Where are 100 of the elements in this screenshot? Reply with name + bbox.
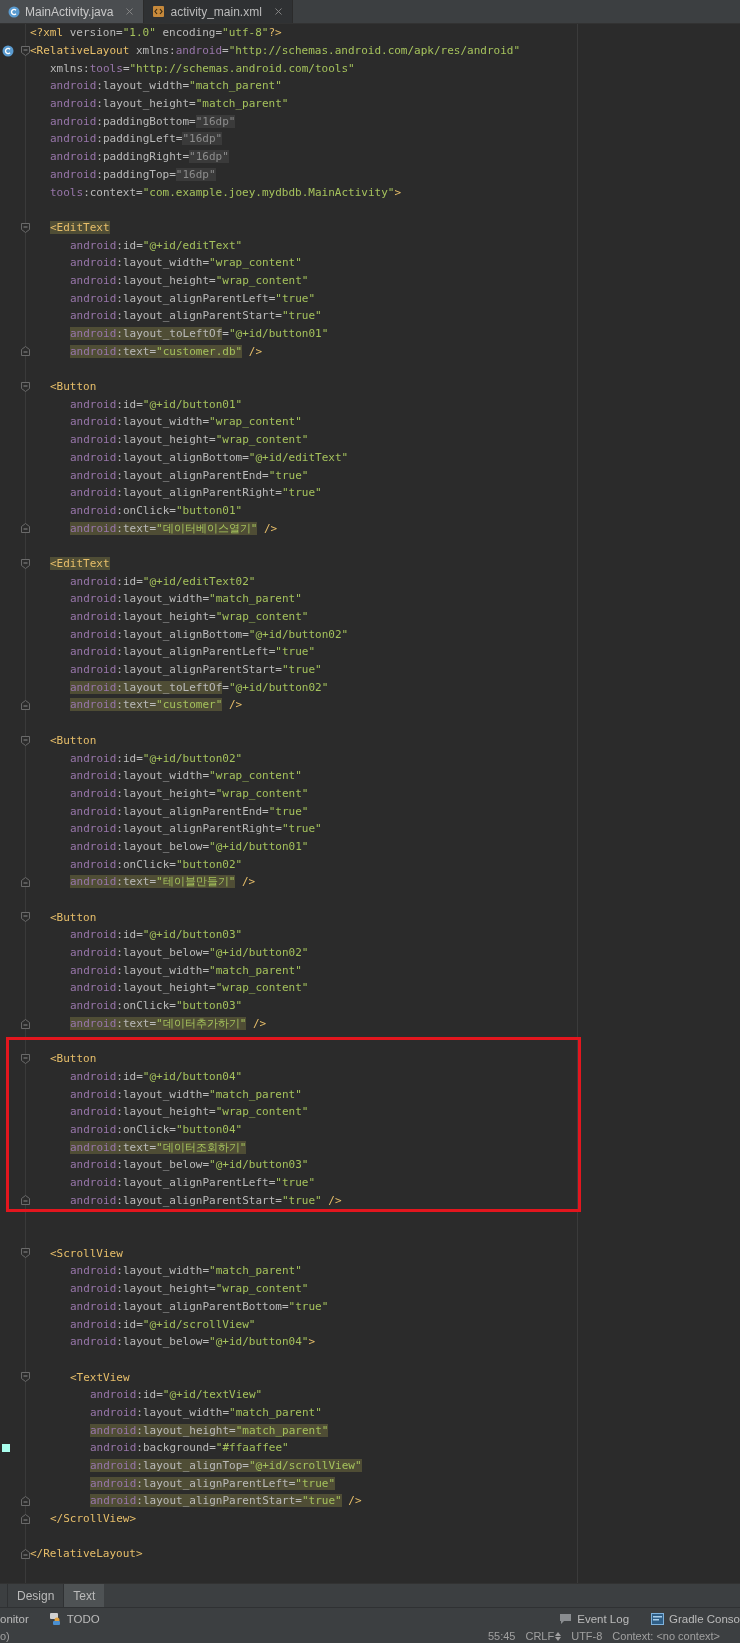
code-line: android:layout_toLeftOf="@+id/button02" xyxy=(69,679,329,695)
fold-icon[interactable] xyxy=(21,1372,30,1383)
code-line: android:onClick="button04" xyxy=(69,1121,243,1137)
code-line: <Button xyxy=(49,909,97,925)
status-text[interactable]: 55:45 xyxy=(487,1630,516,1642)
code-line: android:layout_width="wrap_content" xyxy=(69,414,302,430)
class-icon[interactable] xyxy=(2,44,14,57)
code-line: </RelativeLayout> xyxy=(30,1546,143,1562)
code-line: android:layout_width="match_parent" xyxy=(69,1086,302,1102)
code-line: android:layout_width="match_parent" xyxy=(69,962,302,978)
fold-icon[interactable] xyxy=(21,381,30,392)
code-line: android:layout_width="match_parent" xyxy=(69,591,302,607)
fold-icon[interactable] xyxy=(21,1496,30,1507)
code-line: <Button xyxy=(49,732,97,748)
code-line: android:layout_alignParentLeft="true" xyxy=(69,1175,316,1191)
code-line: android:text="테이블만들기" /> xyxy=(69,874,256,890)
code-line: android:layout_height="wrap_content" xyxy=(69,432,309,448)
code-line: <Button xyxy=(49,1051,97,1067)
code-line: android:layout_alignParentBottom="true" xyxy=(69,1298,329,1314)
tool-window-button[interactable]: Event Log xyxy=(559,1612,630,1625)
code-line: android:layout_alignParentRight="true" xyxy=(69,485,322,501)
code-line: android:layout_alignParentEnd="true" xyxy=(69,467,309,483)
speech-bubble-icon xyxy=(559,1612,573,1625)
code-line: android:onClick="button01" xyxy=(69,502,243,518)
code-line: android:layout_height="match_parent" xyxy=(89,1422,329,1438)
code-line: android:layout_below="@+id/button01" xyxy=(69,838,309,854)
fold-icon[interactable] xyxy=(21,1549,30,1560)
code-line: android:id="@+id/textView" xyxy=(89,1387,263,1403)
code-line: android:layout_width="match_parent" xyxy=(49,78,282,94)
code-line: android:layout_height="match_parent" xyxy=(49,96,289,112)
status-text[interactable]: UTF-8 xyxy=(571,1630,603,1642)
code-line: android:layout_width="match_parent" xyxy=(89,1404,322,1420)
code-line: android:onClick="button02" xyxy=(69,856,243,872)
code-line: android:id="@+id/editText" xyxy=(69,237,243,253)
fold-icon[interactable] xyxy=(21,558,30,569)
code-line: android:layout_alignParentStart="true" /> xyxy=(69,1192,342,1208)
code-line: android:layout_width="wrap_content" xyxy=(69,768,302,784)
code-line: xmlns:tools="http://schemas.android.com/tools" xyxy=(49,60,355,76)
code-line: android:text="customer" /> xyxy=(69,697,243,713)
code-line: android:layout_alignTop="@+id/scrollView" xyxy=(89,1458,362,1474)
fold-icon[interactable] xyxy=(21,877,30,887)
code-line: android:layout_below="@+id/button03" xyxy=(69,1157,309,1173)
code-line: android:layout_alignParentStart="true" xyxy=(69,662,322,678)
fold-icon[interactable] xyxy=(21,912,30,923)
code-line: android:layout_alignParentLeft="true" xyxy=(89,1475,336,1491)
code-line: android:layout_alignParentStart="true" /> xyxy=(89,1493,362,1509)
code-line: android:layout_alignParentRight="true" xyxy=(69,821,322,837)
tool-window-button[interactable]: TODO xyxy=(48,1612,100,1625)
fold-icon[interactable] xyxy=(21,346,30,357)
code-line: android:text="데이터조회하기" xyxy=(69,1139,247,1155)
code-line: android:layout_height="wrap_content" xyxy=(69,980,309,996)
code-line: android:background="#ffaaffee" xyxy=(89,1440,289,1456)
code-line: android:layout_width="match_parent" xyxy=(69,1263,302,1279)
code-line: android:id="@+id/button04" xyxy=(69,1068,243,1084)
todo-icon xyxy=(48,1612,62,1625)
xml-file-icon xyxy=(152,5,166,18)
window-icon xyxy=(651,1612,665,1625)
code-line: <Button xyxy=(49,379,97,395)
code-line: <RelativeLayout xmlns:android="http://schemas.android.com/apk/res/android" xyxy=(30,43,521,59)
code-line: android:layout_alignParentStart="true" xyxy=(69,308,322,324)
code-line: </ScrollView> xyxy=(49,1511,137,1527)
fold-icon[interactable] xyxy=(21,222,30,233)
fold-icon[interactable] xyxy=(21,735,30,746)
fold-icon[interactable] xyxy=(21,700,30,711)
fold-icon[interactable] xyxy=(21,1018,30,1029)
fold-icon[interactable] xyxy=(21,45,30,56)
code-line: android:layout_width="wrap_content" xyxy=(69,255,302,271)
code-line: android:paddingBottom="16dp" xyxy=(49,113,236,129)
class-icon xyxy=(8,5,20,18)
color-swatch-icon[interactable] xyxy=(2,1444,10,1452)
code-line: android:layout_height="wrap_content" xyxy=(69,1281,309,1297)
line-separator-menu[interactable]: CRLF xyxy=(525,1630,562,1642)
editor-mode-tab[interactable]: Text xyxy=(63,1584,105,1607)
code-line: android:layout_height="wrap_content" xyxy=(69,272,309,288)
code-line: <TextView xyxy=(69,1369,130,1385)
file-tab[interactable]: activity_main.xml xyxy=(144,0,293,23)
code-line: android:layout_height="wrap_content" xyxy=(69,609,309,625)
code-line: android:layout_below="@+id/button04"> xyxy=(69,1334,316,1350)
close-icon[interactable] xyxy=(124,6,136,17)
code-line: android:layout_alignParentEnd="true" xyxy=(69,803,309,819)
fold-icon[interactable] xyxy=(21,1053,30,1064)
status-text[interactable]: Context: <no context> xyxy=(612,1630,720,1642)
fold-icon[interactable] xyxy=(21,1513,30,1524)
code-line: android:id="@+id/button02" xyxy=(69,750,243,766)
code-line: android:layout_alignParentLeft="true" xyxy=(69,290,316,306)
code-line: android:id="@+id/scrollView" xyxy=(69,1316,256,1332)
close-icon[interactable] xyxy=(272,6,284,17)
code-line: android:layout_alignParentLeft="true" xyxy=(69,644,316,660)
tool-window-button[interactable]: onitor xyxy=(0,1612,29,1625)
tool-window-button[interactable]: Gradle Conso xyxy=(651,1612,740,1625)
code-line: android:onClick="button03" xyxy=(69,998,243,1014)
fold-icon[interactable] xyxy=(21,1195,30,1206)
file-tab[interactable]: MainActivity.java xyxy=(0,0,145,23)
code-line: android:id="@+id/button03" xyxy=(69,927,243,943)
fold-icon[interactable] xyxy=(21,1248,30,1259)
code-line: android:layout_toLeftOf="@+id/button01" xyxy=(69,326,329,342)
up-down-icon xyxy=(555,1631,562,1641)
fold-icon[interactable] xyxy=(21,523,30,534)
code-line: android:text="customer.db" /> xyxy=(69,343,263,359)
code-line: android:text="데이터베이스열기" /> xyxy=(69,520,278,536)
